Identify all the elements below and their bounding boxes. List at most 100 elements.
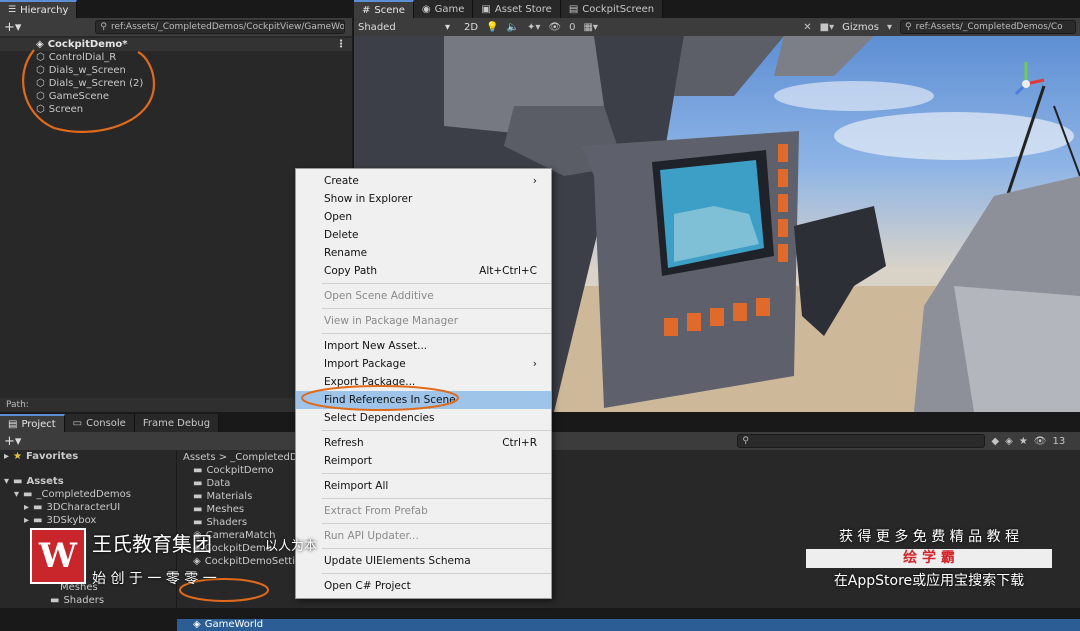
hierarchy-tabbar: ☰ Hierarchy (0, 0, 352, 18)
tab-frame-debug[interactable]: Frame Debug (134, 414, 220, 432)
shading-mode-select[interactable]: Shaded ▾ (358, 22, 450, 33)
expand-arrow-icon: ▸ (24, 515, 30, 526)
tree-label: 3DSkybox (46, 515, 97, 526)
scene-search-input[interactable]: ⚲ ref:Assets/_CompletedDemos/Co (900, 20, 1076, 34)
menu-item-label: Create (324, 175, 359, 187)
folder-icon: ▬ (13, 476, 23, 487)
annotation-circle (301, 385, 459, 411)
tab-label: Frame Debug (142, 417, 211, 429)
promo-line-1: 获 得 更 多 免 费 精 品 教 程 (838, 529, 1020, 545)
camera-settings-icon[interactable]: ■▾ (820, 22, 834, 33)
2d-toggle[interactable]: 2D (464, 22, 478, 33)
menu-item[interactable]: Create › (296, 172, 551, 190)
menu-shortcut: Alt+Ctrl+C (479, 265, 537, 277)
tab-cockpit-screen[interactable]: ▤ CockpitScreen (560, 0, 664, 18)
visibility-icon[interactable]: 👁 (548, 22, 561, 33)
tab-asset-store[interactable]: ▣ Asset Store (473, 0, 561, 18)
scene-tabbar: # Scene ◉ Game ▣ Asset Store ▤ CockpitScreen (354, 0, 1080, 18)
effects-icon[interactable]: ✦▾ (527, 22, 540, 33)
hidden-count: 13 (1052, 435, 1066, 447)
menu-item[interactable]: Delete (296, 226, 551, 244)
menu-item-label: Import Package (324, 358, 406, 370)
tab-label: Game (434, 3, 465, 15)
tab-project[interactable]: ▤ Project (0, 414, 65, 432)
assets-root[interactable]: ▾ ▬ Assets (4, 475, 172, 488)
menu-item[interactable]: Open (296, 208, 551, 226)
gizmos-dropdown[interactable]: Gizmos (842, 22, 879, 33)
chevron-down-icon[interactable]: ▾ (887, 22, 892, 33)
menu-item[interactable]: Show in Explorer (296, 190, 551, 208)
menu-item-label: Show in Explorer (324, 193, 413, 205)
selected-file-row[interactable] (177, 619, 1080, 631)
add-icon[interactable]: +▾ (4, 20, 21, 35)
path-label: Path: (6, 400, 29, 410)
tab-console[interactable]: ▭ Console (64, 414, 135, 432)
menu-item[interactable]: Rename (296, 244, 551, 262)
project-search-input[interactable]: ⚲ (737, 434, 986, 448)
search-text: ref:Assets/_CompletedDemos/CockpitView/G… (111, 22, 346, 32)
filter-type-icon[interactable]: ◆ (991, 436, 999, 447)
selected-file[interactable]: ◈ GameWorld (193, 618, 263, 631)
favorites-item[interactable]: ▸ ★ Favorites (4, 450, 172, 463)
menu-item[interactable]: Open C# Project (296, 577, 551, 595)
menu-item-label: Delete (324, 229, 359, 241)
file-label: Materials (206, 491, 253, 502)
tab-game[interactable]: ◉ Game (413, 0, 474, 18)
lighting-icon[interactable]: 💡 (486, 22, 498, 33)
menu-item-label: Copy Path (324, 265, 378, 277)
menu-item[interactable]: Update UIElements Schema (296, 552, 551, 570)
file-label: Shaders (206, 517, 248, 528)
folder-icon: ▬ (193, 504, 203, 515)
brand-name: 王氏教育集团 (92, 532, 212, 556)
menu-item-label: Open (324, 211, 353, 223)
tree-label: Shaders (63, 595, 105, 606)
star-icon[interactable]: ★ (1019, 436, 1028, 447)
menu-item-label: Open C# Project (324, 580, 411, 592)
menu-item[interactable]: Reimport (296, 452, 551, 470)
search-text: ref:Assets/_CompletedDemos/Co (915, 22, 1063, 32)
tree-item[interactable]: ▬ Shaders (4, 594, 172, 607)
file-label: CockpitDemo (204, 543, 272, 554)
tools-icon[interactable]: ✕ (803, 22, 811, 33)
menu-item-label: Rename (324, 247, 368, 259)
folder-icon: ▬ (193, 517, 203, 528)
favorites-label: Favorites (26, 451, 79, 462)
tree-item[interactable]: ▸ ▬ 3DCharacterUI (4, 501, 172, 514)
scene-toolbar: Shaded ▾ 2D 💡 🔈 ✦▾ 👁 0 ▦▾ ✕ ■▾ Gizmos ▾ ⚲ re… (354, 18, 1080, 36)
menu-item[interactable]: Refresh Ctrl+R (296, 434, 551, 452)
orientation-gizmo (1014, 62, 1045, 96)
list-icon: ☰ (8, 5, 17, 15)
tab-label: Hierarchy (20, 4, 69, 16)
chevron-down-icon: ▾ (444, 21, 450, 33)
menu-item-label: Reimport (324, 455, 372, 467)
menu-item[interactable]: Import Package › (296, 355, 551, 373)
promo-box: 获 得 更 多 免 费 精 品 教 程 绘 学 霸 在AppStore或应用宝搜… (806, 526, 1052, 590)
audio-icon[interactable]: 🔈 (507, 22, 519, 33)
menu-shortcut: Ctrl+R (502, 437, 537, 449)
folder-icon: ▬ (33, 515, 43, 526)
menu-separator (322, 333, 551, 334)
tab-hierarchy[interactable]: ☰ Hierarchy (0, 0, 78, 18)
tree-label: _CompletedDemos (36, 489, 131, 500)
tab-label: CockpitScreen (582, 3, 655, 15)
menu-item-label: Open Scene Additive (324, 290, 434, 302)
submenu-arrow-icon: › (532, 358, 537, 370)
label-icon[interactable]: ◈ (1005, 436, 1013, 447)
tree-item[interactable]: ▸ ▬ 3DSkybox (4, 514, 172, 527)
menu-separator (322, 473, 551, 474)
add-icon[interactable]: +▾ (4, 434, 21, 449)
visibility-count-icon[interactable]: 👁 (1034, 436, 1047, 447)
menu-separator (322, 283, 551, 284)
menu-item-label: View in Package Manager (324, 315, 459, 327)
tree-item[interactable]: ▾ ▬ _CompletedDemos (4, 488, 172, 501)
promo-line-3: 在AppStore或应用宝搜索下载 (833, 573, 1025, 589)
menu-item[interactable]: Copy Path Alt+Ctrl+C (296, 262, 551, 280)
menu-item[interactable]: Import New Asset... (296, 337, 551, 355)
kebab-menu-icon[interactable]: ⋮ (336, 39, 346, 50)
menu-item[interactable]: Reimport All (296, 477, 551, 495)
submenu-arrow-icon: › (532, 175, 537, 187)
hierarchy-search-input[interactable]: ⚲ ref:Assets/_CompletedDemos/CockpitView… (95, 20, 346, 34)
grid-toggle-icon[interactable]: ▦▾ (583, 22, 597, 33)
search-icon: ⚲ (742, 436, 750, 446)
tab-scene[interactable]: # Scene (354, 0, 414, 18)
